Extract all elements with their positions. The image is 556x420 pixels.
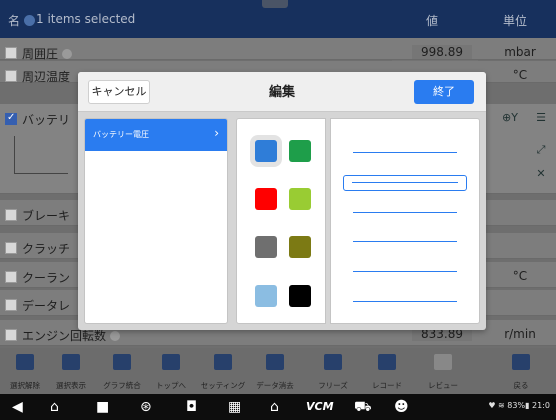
camera-icon[interactable]: ◘ xyxy=(186,398,197,416)
color-swatch[interactable] xyxy=(255,236,277,258)
edit-dialog: キャンセル 編集 終了 バッテリー電圧 › xyxy=(78,72,486,330)
row-name: データレ xyxy=(22,299,71,313)
list-item[interactable]: 周囲圧 998.89 mbar xyxy=(0,38,556,61)
user-icon[interactable]: ☻ xyxy=(394,398,409,416)
home-icon[interactable]: ⌂ xyxy=(50,398,59,416)
line-style-option[interactable] xyxy=(353,241,457,242)
sort-icon[interactable] xyxy=(24,15,36,26)
line-style-option-selected[interactable] xyxy=(343,175,467,191)
trash-icon xyxy=(266,354,284,370)
browser-icon[interactable]: ⊛ xyxy=(140,398,152,416)
zoom-y-button[interactable]: ⊕Y xyxy=(496,108,524,128)
system-nav-bar: ◀ ⌂ ■ ⊛ ◘ ▦ ⌂ VCM ⛟ ☻ ♥ ≋ 83%▮ 21:0 xyxy=(0,394,556,420)
dialog-header: キャンセル 編集 終了 xyxy=(78,72,486,112)
show-selected-icon xyxy=(62,354,80,370)
settings-button[interactable]: セッティング xyxy=(198,348,248,394)
recent-apps-icon[interactable]: ■ xyxy=(96,398,109,416)
graph-merge-button[interactable]: グラフ統合 xyxy=(97,348,147,394)
parameter-label: バッテリー電圧 xyxy=(93,130,149,139)
color-swatch[interactable] xyxy=(255,188,277,210)
record-icon xyxy=(378,354,396,370)
info-icon[interactable] xyxy=(110,331,121,341)
settings-icon xyxy=(214,354,232,370)
top-icon xyxy=(162,354,180,370)
nav-back-icon[interactable]: ◀ xyxy=(12,398,23,416)
row-name: 周辺温度 xyxy=(22,70,71,84)
row-name: 周囲圧 xyxy=(22,47,59,61)
row-name: ブレーキ xyxy=(22,209,71,223)
record-button[interactable]: レコード xyxy=(362,348,412,394)
color-swatch[interactable] xyxy=(289,140,311,162)
mini-graph xyxy=(14,136,68,174)
row-name: クラッチ xyxy=(22,242,71,256)
row-checkbox[interactable] xyxy=(5,209,17,221)
color-swatch[interactable] xyxy=(289,285,311,307)
color-swatch[interactable] xyxy=(255,285,277,307)
vcm-icon[interactable]: VCM xyxy=(306,398,334,416)
row-checkbox[interactable] xyxy=(5,329,17,341)
clear-selection-icon xyxy=(16,354,34,370)
freeze-icon xyxy=(324,354,342,370)
expand-icon[interactable]: ⤢ xyxy=(530,140,552,160)
mobile-mechanic-icon[interactable]: ⌂ xyxy=(270,398,279,416)
unit-column-header: 単位 xyxy=(503,14,528,28)
row-unit: mbar xyxy=(504,45,536,59)
row-checkbox[interactable] xyxy=(5,299,17,311)
list-header: 名 1 items selected 値 単位 xyxy=(0,0,556,38)
show-selected-button[interactable]: 選択表示 xyxy=(46,348,96,394)
clear-selection-button[interactable]: 選択解除 xyxy=(0,348,50,394)
parameter-list-item[interactable]: バッテリー電圧 › xyxy=(85,119,227,151)
line-style-option[interactable] xyxy=(353,271,457,272)
clear-data-button[interactable]: データ消去 xyxy=(250,348,300,394)
color-picker xyxy=(236,118,326,324)
name-column-header[interactable]: 名 xyxy=(8,12,36,29)
row-name: クーラン xyxy=(22,271,71,285)
row-name: バッテリ xyxy=(22,113,71,127)
row-value: 998.89 xyxy=(412,45,472,59)
review-icon xyxy=(434,354,452,370)
review-button[interactable]: レビュー xyxy=(418,348,468,394)
bottom-toolbar: 選択解除 選択表示 グラフ統合 トップへ セッティング データ消去 フリーズ レ… xyxy=(0,348,556,394)
row-checkbox[interactable] xyxy=(5,47,17,59)
color-swatch[interactable] xyxy=(250,135,282,167)
menu-icon[interactable]: ☰ xyxy=(530,108,552,128)
info-icon[interactable] xyxy=(62,49,73,59)
done-button[interactable]: 終了 xyxy=(414,80,474,104)
top-button[interactable]: トップへ xyxy=(146,348,196,394)
chevron-right-icon: › xyxy=(214,126,219,140)
close-icon[interactable]: ✕ xyxy=(530,164,552,184)
line-style-option[interactable] xyxy=(353,301,457,302)
row-checkbox[interactable] xyxy=(5,242,17,254)
row-unit: °C xyxy=(512,269,528,283)
row-checkbox[interactable] xyxy=(5,112,17,125)
selection-count: 1 items selected xyxy=(36,12,136,26)
freeze-button[interactable]: フリーズ xyxy=(308,348,358,394)
line-style-option[interactable] xyxy=(353,152,457,153)
row-unit: r/min xyxy=(504,327,536,341)
row-checkbox[interactable] xyxy=(5,271,17,283)
back-icon xyxy=(512,354,530,370)
back-button[interactable]: 戻る xyxy=(496,348,546,394)
pull-tab[interactable] xyxy=(262,0,288,8)
line-style-option[interactable] xyxy=(353,212,457,213)
row-name: エンジン回転数 xyxy=(22,329,107,343)
graph-merge-icon xyxy=(113,354,131,370)
row-unit: °C xyxy=(512,68,528,82)
parameter-list: バッテリー電圧 › xyxy=(84,118,228,324)
color-swatch[interactable] xyxy=(289,236,311,258)
row-checkbox[interactable] xyxy=(5,70,17,82)
value-column-header: 値 xyxy=(426,14,439,28)
status-indicators: ♥ ≋ 83%▮ 21:0 xyxy=(488,401,550,410)
car-icon[interactable]: ⛟ xyxy=(354,398,372,416)
color-swatch[interactable] xyxy=(289,188,311,210)
line-style-picker xyxy=(330,118,480,324)
screenshot-icon[interactable]: ▦ xyxy=(228,398,241,416)
